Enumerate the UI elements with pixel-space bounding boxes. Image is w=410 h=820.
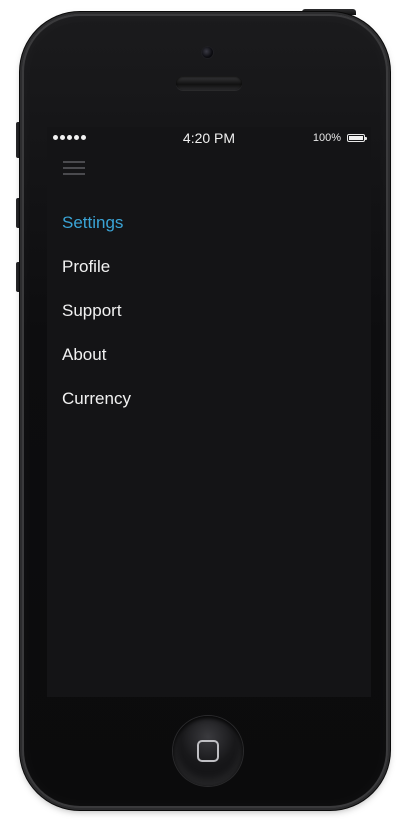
side-menu: Settings Profile Support About Currency	[62, 211, 131, 431]
home-button[interactable]	[173, 716, 243, 786]
battery-fill	[349, 136, 363, 140]
status-bar: 4:20 PM 100%	[47, 127, 371, 149]
hamburger-menu-icon[interactable]	[63, 161, 85, 177]
earpiece-speaker	[176, 76, 242, 90]
front-camera	[202, 47, 213, 58]
menu-item-profile[interactable]: Profile	[62, 255, 131, 299]
menu-item-about[interactable]: About	[62, 343, 131, 387]
phone-screen: 4:20 PM 100% Settings Profile Support Ab…	[47, 127, 371, 697]
battery-icon	[347, 134, 367, 142]
menu-item-currency[interactable]: Currency	[62, 387, 131, 431]
menu-item-support[interactable]: Support	[62, 299, 131, 343]
home-square-icon	[197, 740, 219, 762]
menu-item-settings[interactable]: Settings	[62, 211, 131, 255]
battery-percentage: 100%	[312, 132, 341, 144]
page: 4:20 PM 100% Settings Profile Support Ab…	[0, 0, 410, 820]
